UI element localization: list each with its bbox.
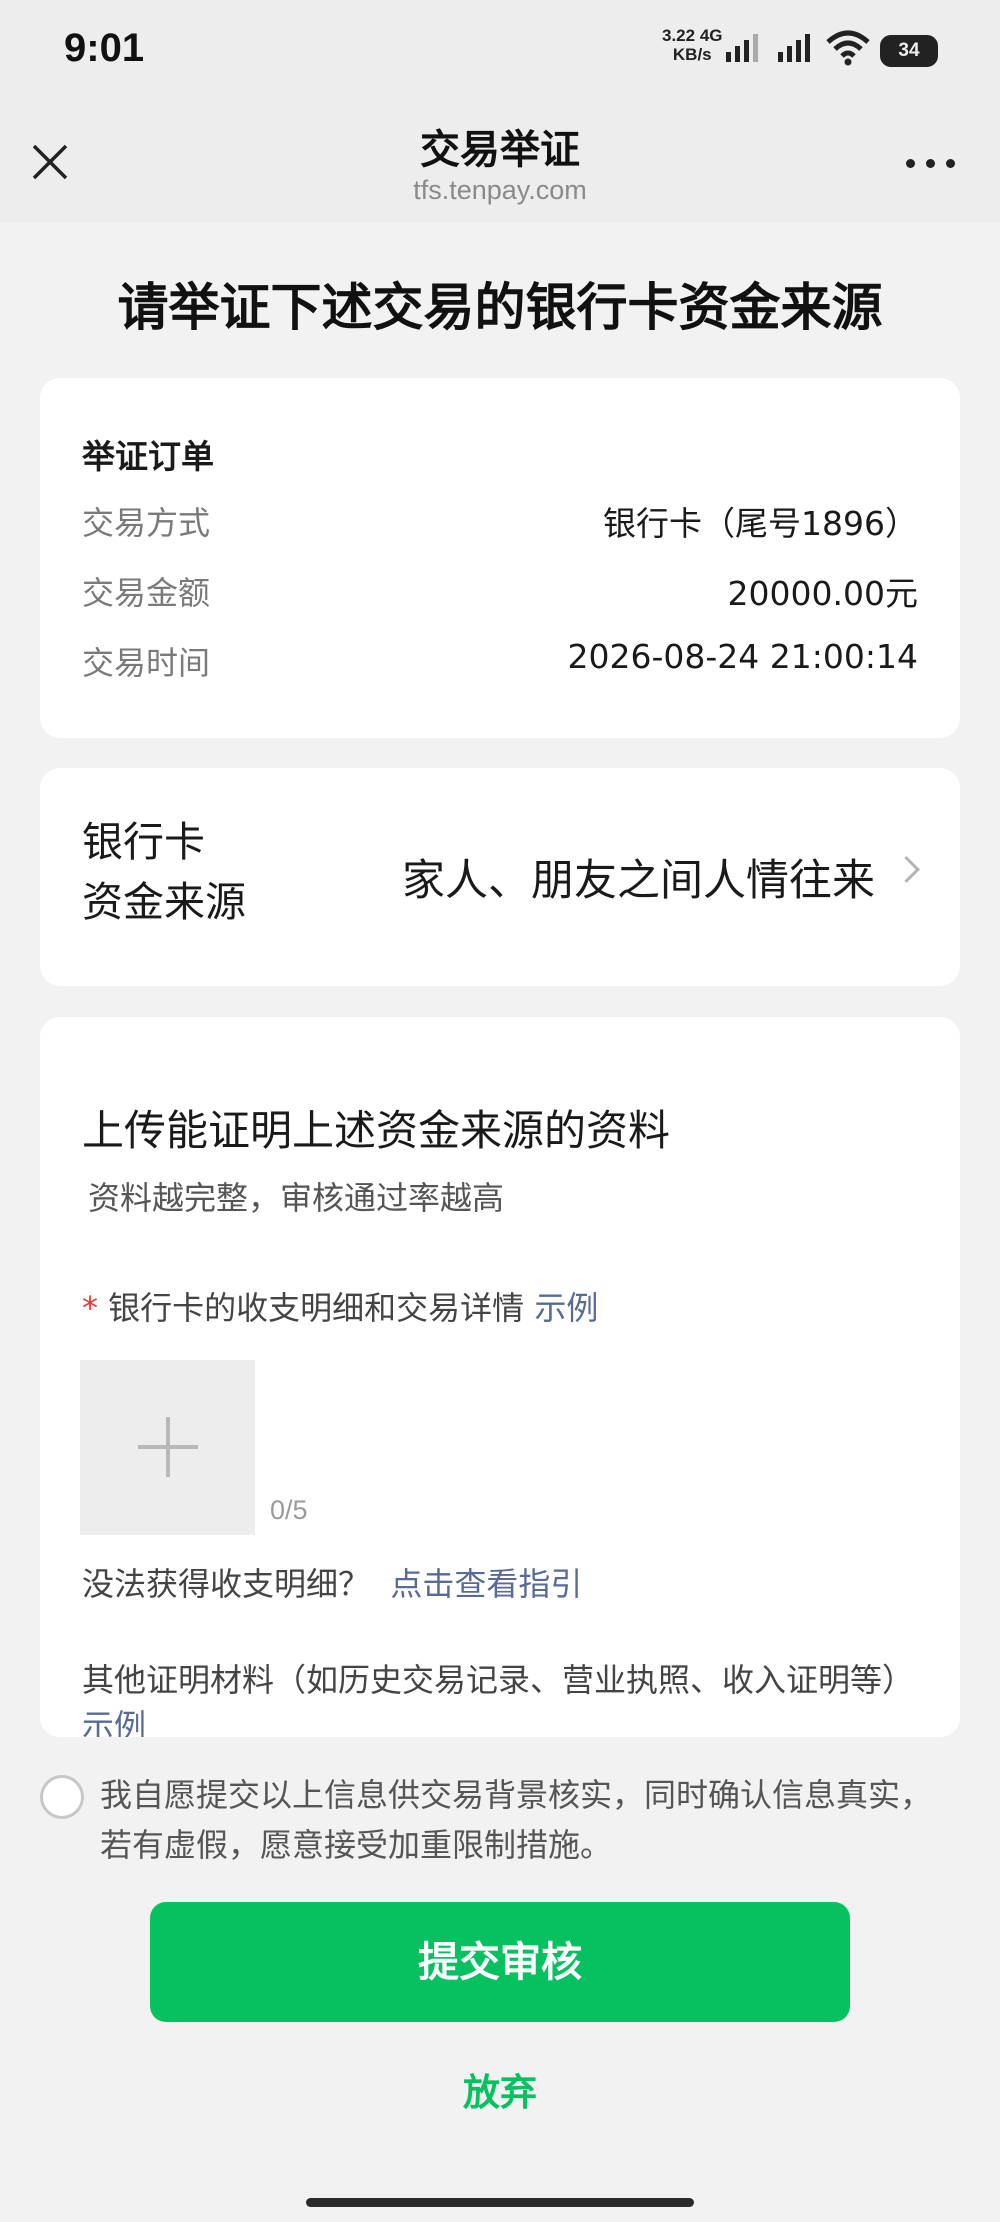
required-star: * <box>82 1289 98 1327</box>
more-icon[interactable] <box>906 150 956 176</box>
wifi-icon <box>826 30 870 66</box>
guide-link[interactable]: 点击查看指引 <box>390 1565 582 1603</box>
agreement-checkbox[interactable] <box>40 1775 84 1819</box>
upload-card: 上传能证明上述资金来源的资料 资料越完整，审核通过率越高 * 银行卡的收支明细和… <box>40 1017 960 1737</box>
submit-button[interactable]: 提交审核 <box>150 1902 850 2022</box>
network-speed: 3.22 4G KB/s <box>662 26 723 64</box>
fund-source-selector[interactable]: 银行卡 资金来源 家人、朋友之间人情往来 <box>40 768 960 986</box>
order-card: 举证订单 交易方式 银行卡（尾号1896） 交易金额 20000.00元 交易时… <box>40 378 960 738</box>
page-title: 请举证下述交易的银行卡资金来源 <box>117 279 883 338</box>
nav-title: 交易举证 <box>420 127 580 173</box>
time-label: 交易时间 <box>82 644 211 682</box>
amount-label: 交易金额 <box>82 574 211 612</box>
other-example-link[interactable]: 示例 <box>82 1707 146 1737</box>
required-field-label: * 银行卡的收支明细和交易详情 示例 <box>82 1289 599 1327</box>
time-value: 2026-08-24 21:00:14 <box>567 637 918 676</box>
home-indicator <box>306 2198 694 2207</box>
payment-method-value: 银行卡（尾号1896） <box>603 504 918 543</box>
battery-icon: 34 <box>880 35 938 67</box>
example-link[interactable]: 示例 <box>534 1289 598 1327</box>
agreement-text: 我自愿提交以上信息供交易背景核实，同时确认信息真实，若有虚假，愿意接受加重限制措… <box>100 1776 933 1864</box>
amount-value: 20000.00元 <box>727 574 918 613</box>
status-bar: 9:01 3.22 4G KB/s 34 <box>0 0 1000 100</box>
give-up-button[interactable]: 放弃 <box>0 2062 1000 2116</box>
fund-source-label: 银行卡 资金来源 <box>82 818 246 926</box>
payment-method-label: 交易方式 <box>82 504 211 542</box>
guide-line: 没法获得收支明细？ 点击查看指引 <box>82 1565 583 1603</box>
order-heading: 举证订单 <box>82 437 214 476</box>
other-materials-label: 其他证明材料（如历史交易记录、营业执照、收入证明等） 示例 <box>82 1657 922 1737</box>
fund-source-value: 家人、朋友之间人情往来 <box>402 856 875 906</box>
add-image-button[interactable] <box>80 1360 255 1535</box>
signal-icon-2 <box>778 34 810 62</box>
upload-count: 0/5 <box>270 1495 308 1525</box>
signal-icon <box>726 34 758 62</box>
chevron-right-icon <box>893 856 920 883</box>
upload-title: 上传能证明上述资金来源的资料 <box>82 1106 671 1155</box>
status-time: 9:01 <box>64 26 145 70</box>
nav-domain: tfs.tenpay.com <box>413 175 587 205</box>
upload-subtitle: 资料越完整，审核通过率越高 <box>88 1179 505 1217</box>
